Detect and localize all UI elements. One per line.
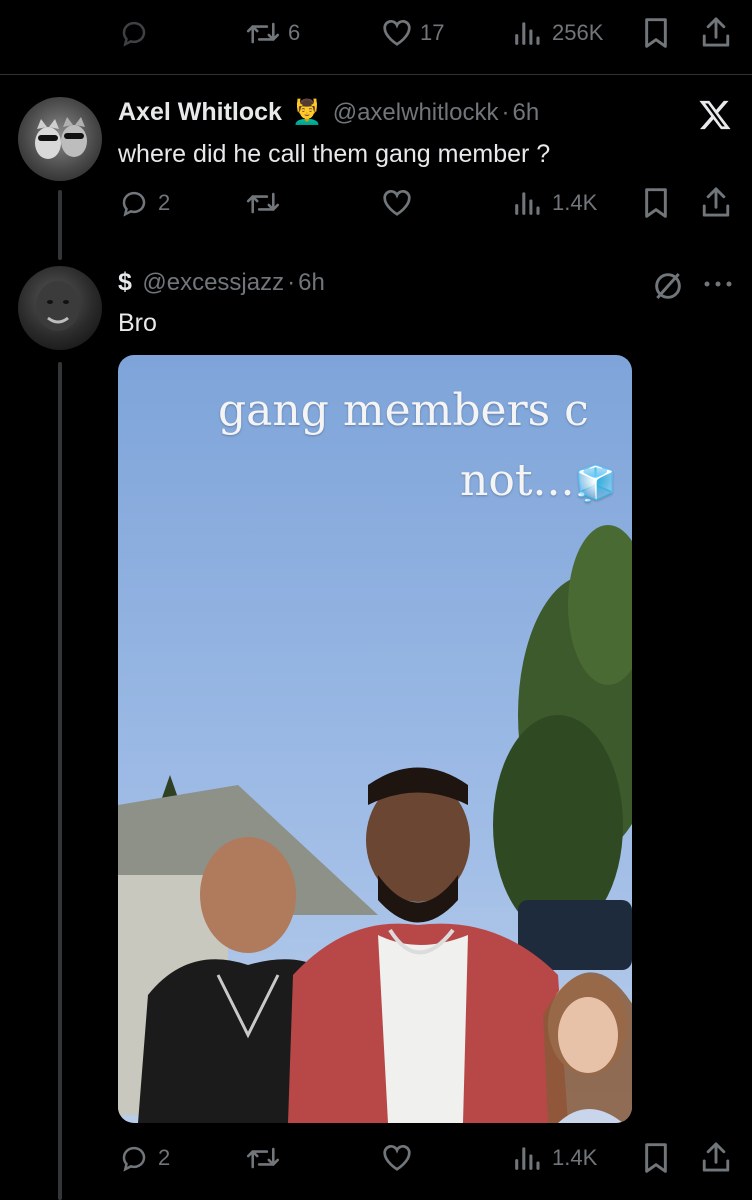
top-view-count: 256K: [552, 20, 604, 45]
handle[interactable]: @excessjazz: [142, 269, 284, 296]
reply-count: 2: [158, 1145, 171, 1170]
reply-icon[interactable]: [118, 18, 150, 48]
thread-line: [58, 362, 62, 1200]
handle[interactable]: @axelwhitlockk: [333, 99, 499, 126]
repost-icon[interactable]: [245, 188, 281, 218]
timestamp[interactable]: 6h: [512, 99, 539, 126]
caption-text: not...: [460, 455, 575, 506]
x-logo-icon[interactable]: [697, 98, 733, 132]
bookmark-icon[interactable]: [642, 17, 670, 49]
bookmark-icon[interactable]: [642, 187, 670, 219]
like-icon[interactable]: [380, 17, 414, 47]
avatar[interactable]: [18, 97, 102, 181]
views-icon[interactable]: [512, 190, 542, 216]
avatar-person-image: [36, 281, 80, 331]
separator-dot: ·: [287, 269, 296, 296]
views-icon[interactable]: [512, 20, 542, 46]
display-name[interactable]: $: [118, 268, 132, 296]
view-count: 1.4K: [552, 190, 598, 215]
reply-icon[interactable]: [118, 1143, 150, 1173]
like-icon[interactable]: [380, 187, 414, 217]
share-icon[interactable]: [701, 185, 731, 219]
reply-count: 2: [158, 190, 171, 215]
tweet-text: Bro: [118, 309, 157, 337]
avatar-cats-image: [35, 117, 87, 159]
share-icon[interactable]: [701, 1140, 731, 1174]
ice-cube-emoji: 🧊: [574, 464, 617, 504]
timestamp[interactable]: 6h: [298, 269, 325, 296]
media-caption-line-2: not...🧊: [460, 455, 617, 506]
name-emoji: 💆‍♂️: [292, 99, 323, 126]
media-caption-line-1: gang members c: [218, 385, 589, 436]
display-name[interactable]: Axel Whitlock: [118, 98, 282, 126]
more-icon[interactable]: [702, 278, 734, 290]
divider: [0, 74, 752, 75]
tweet-header: $ @excessjazz · 6h: [118, 268, 325, 297]
repost-icon[interactable]: [245, 18, 281, 48]
view-count: 1.4K: [552, 1145, 598, 1170]
repost-icon[interactable]: [245, 1143, 281, 1173]
views-icon[interactable]: [512, 1145, 542, 1171]
reply-icon[interactable]: [118, 188, 150, 218]
top-repost-count: 6: [288, 20, 301, 45]
share-icon[interactable]: [701, 15, 731, 49]
tweet-media[interactable]: gang members c not...🧊: [118, 355, 632, 1123]
tweet-header: Axel Whitlock 💆‍♂️ @axelwhitlockk · 6h: [118, 98, 539, 127]
bookmark-icon[interactable]: [642, 1142, 670, 1174]
avatar[interactable]: [18, 266, 102, 350]
circle-slash-icon[interactable]: [652, 270, 684, 302]
thread-line: [58, 190, 62, 260]
tweet-text: where did he call them gang member ?: [118, 140, 551, 168]
top-like-count: 17: [420, 20, 445, 45]
like-icon[interactable]: [380, 1142, 414, 1172]
separator-dot: ·: [501, 99, 510, 126]
